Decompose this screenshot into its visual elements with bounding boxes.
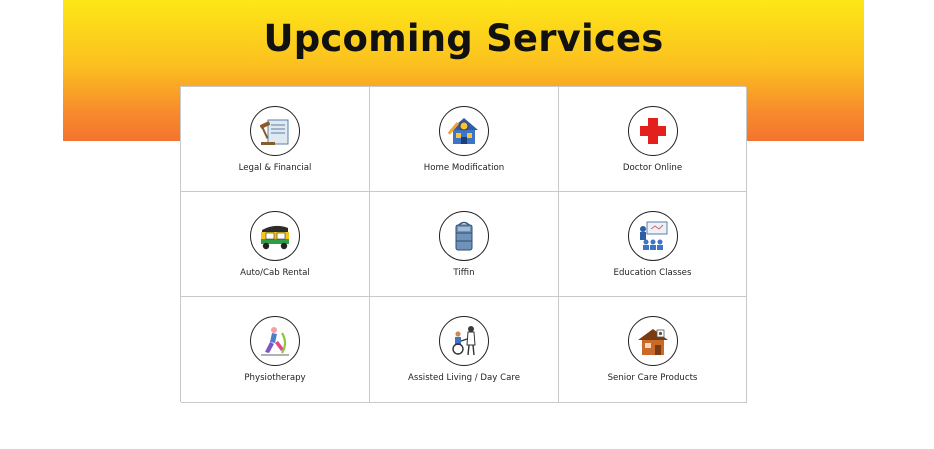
service-card-legal-financial[interactable]: Legal & Financial <box>181 87 370 192</box>
service-card-doctor-online[interactable]: Doctor Online <box>559 87 747 192</box>
service-label: Home Modification <box>423 163 505 173</box>
service-label: Auto/Cab Rental <box>240 268 310 278</box>
service-card-tiffin[interactable]: Tiffin <box>370 192 559 297</box>
tiffin-box-icon <box>439 211 489 261</box>
medical-cross-icon <box>627 106 678 156</box>
service-label: Tiffin <box>453 268 475 278</box>
service-card-auto-cab-rental[interactable]: Auto/Cab Rental <box>181 192 370 297</box>
service-card-senior-care-products[interactable]: Senior Care Products <box>559 297 747 403</box>
service-label: Doctor Online <box>622 163 683 173</box>
service-card-home-modification[interactable]: Home Modification <box>370 87 559 192</box>
services-grid: Legal & Financial Home Modification Doct… <box>180 86 747 403</box>
service-label: Legal & Financial <box>238 163 312 173</box>
service-card-education-classes[interactable]: Education Classes <box>559 192 747 297</box>
service-label: Assisted Living / Day Care <box>407 373 521 383</box>
service-label: Senior Care Products <box>607 373 698 383</box>
service-label: Physiotherapy <box>244 373 306 383</box>
service-card-physiotherapy[interactable]: Physiotherapy <box>181 297 370 403</box>
service-card-assisted-living[interactable]: Assisted Living / Day Care <box>370 297 559 403</box>
page-title: Upcoming Services <box>263 17 664 60</box>
legal-financial-icon <box>250 106 300 156</box>
physiotherapy-icon <box>250 316 300 366</box>
auto-rickshaw-icon <box>250 211 300 261</box>
classroom-icon <box>627 211 678 261</box>
service-label: Education Classes <box>613 268 692 278</box>
wheelchair-caregiver-icon <box>439 316 489 366</box>
senior-care-house-icon <box>627 316 678 366</box>
home-modification-icon <box>439 106 489 156</box>
